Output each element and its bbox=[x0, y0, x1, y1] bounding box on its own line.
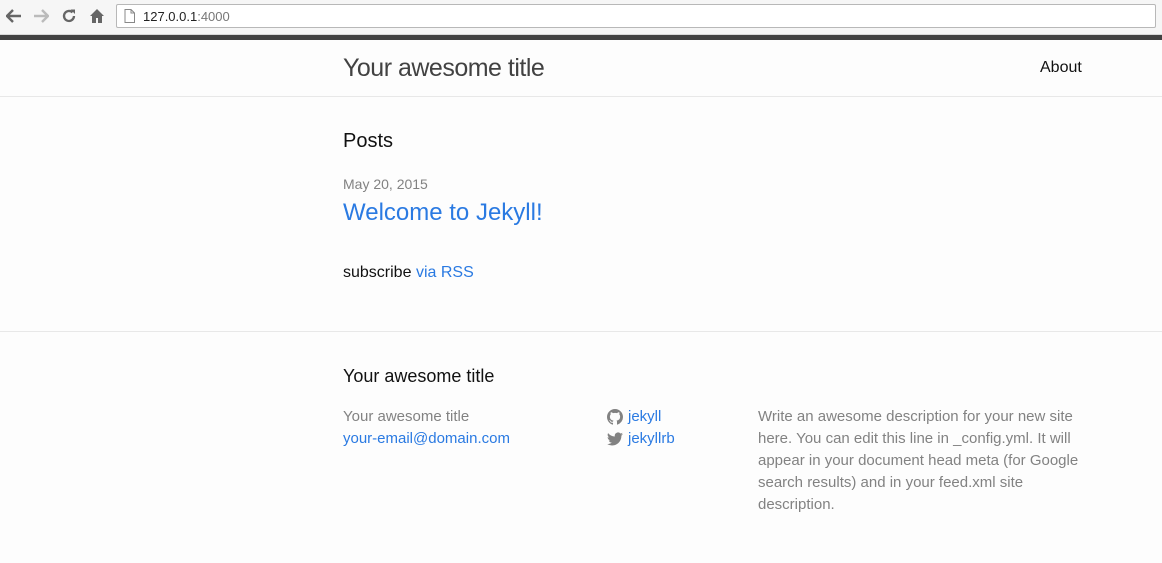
subscribe-text: subscribe bbox=[343, 264, 412, 281]
forward-arrow-icon[interactable] bbox=[30, 5, 52, 27]
footer-contact-name: Your awesome title bbox=[343, 408, 470, 425]
url-port: :4000 bbox=[197, 9, 230, 24]
social-twitter: jekyllrb bbox=[607, 428, 675, 450]
github-icon bbox=[607, 409, 623, 425]
footer-description: Write an awesome description for your ne… bbox=[758, 408, 1079, 513]
posts-heading: Posts bbox=[343, 130, 394, 152]
social-github: jekyll bbox=[607, 406, 675, 428]
footer-social-column: jekyll jekyllrb bbox=[607, 406, 675, 450]
twitter-icon bbox=[607, 431, 623, 447]
footer-contact-column: Your awesome title your-email@domain.com bbox=[343, 406, 510, 450]
address-bar[interactable]: 127.0.0.1:4000 bbox=[116, 4, 1156, 28]
twitter-link[interactable]: jekyllrb bbox=[628, 428, 675, 450]
post-title-link[interactable]: Welcome to Jekyll! bbox=[343, 199, 543, 227]
nav-link-about[interactable]: About bbox=[1040, 59, 1082, 77]
back-arrow-icon[interactable] bbox=[3, 5, 25, 27]
page-icon bbox=[124, 9, 135, 23]
github-link[interactable]: jekyll bbox=[628, 406, 661, 428]
home-icon[interactable] bbox=[86, 5, 108, 27]
site-header: Your awesome title About bbox=[0, 40, 1162, 97]
footer-email-link[interactable]: your-email@domain.com bbox=[343, 430, 510, 447]
url-host: 127.0.0.1 bbox=[143, 9, 198, 24]
footer-heading: Your awesome title bbox=[343, 366, 495, 386]
reload-icon[interactable] bbox=[58, 5, 80, 27]
site-title[interactable]: Your awesome title bbox=[343, 54, 545, 83]
post-date: May 20, 2015 bbox=[343, 176, 428, 192]
site-footer: Your awesome title Your awesome title yo… bbox=[0, 331, 1162, 563]
rss-link[interactable]: via RSS bbox=[416, 264, 474, 281]
subscribe-line: subscribe via RSS bbox=[343, 264, 474, 282]
url-text: 127.0.0.1:4000 bbox=[143, 9, 230, 24]
browser-toolbar: 127.0.0.1:4000 bbox=[0, 0, 1162, 35]
